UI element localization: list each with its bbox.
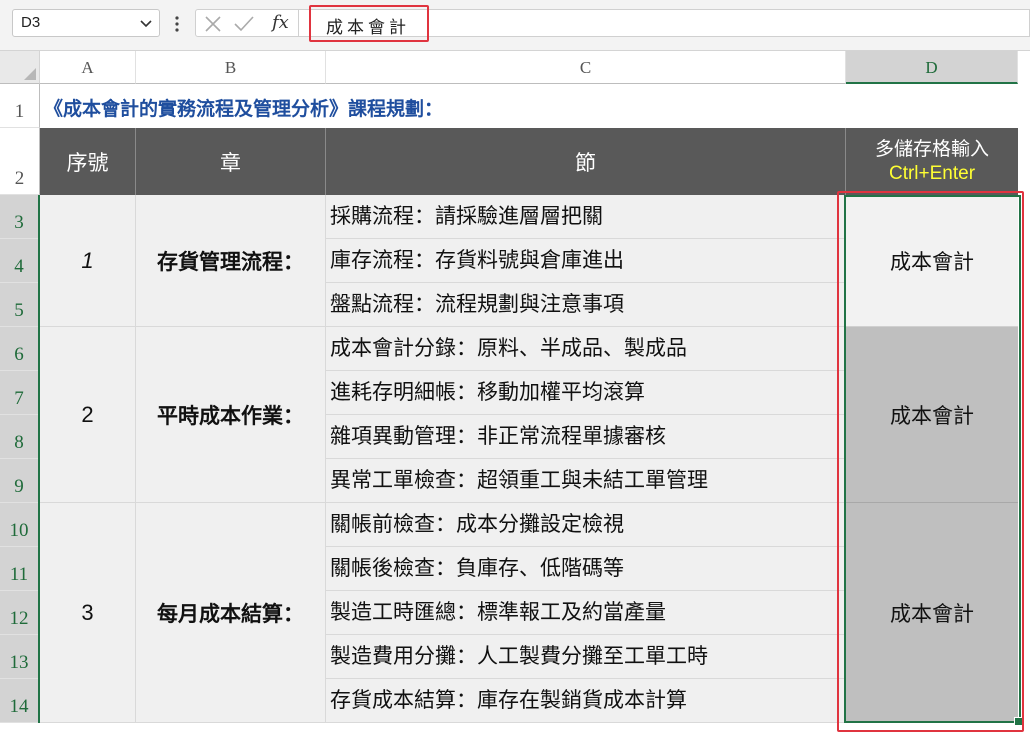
section-cell[interactable]: 進耗存明細帳：移動加權平均滾算 — [326, 371, 846, 415]
section-cell[interactable]: 採購流程：請採驗進層層把關 — [326, 195, 846, 239]
formula-value: 成本會計 — [326, 18, 410, 38]
section-cell[interactable]: 關帳後檢查：負庫存、低階碼等 — [326, 547, 846, 591]
seq-cell[interactable]: 2 — [40, 327, 136, 503]
seq-cell[interactable]: 3 — [40, 503, 136, 723]
col-header-a[interactable]: A — [40, 51, 136, 84]
col-header-b[interactable]: B — [136, 51, 326, 84]
header-seq[interactable]: 序號 — [40, 128, 136, 195]
row-header[interactable]: 14 — [0, 679, 40, 723]
row-header[interactable]: 6 — [0, 327, 40, 371]
chevron-down-icon[interactable] — [139, 16, 153, 30]
row-header[interactable]: 5 — [0, 283, 40, 327]
header-shortcut: Ctrl+Enter — [888, 163, 976, 184]
chapter-cell[interactable]: 平時成本作業： — [136, 327, 326, 503]
header-multi-input-title: 多儲存格輸入 — [874, 138, 989, 160]
header-multi-input[interactable]: 多儲存格輸入 Ctrl+Enter — [846, 128, 1018, 195]
sheet-title[interactable]: 《成本會計的實務流程及管理分析》課程規劃： — [44, 94, 443, 121]
chapter-cell[interactable]: 每月成本結算： — [136, 503, 326, 723]
section-cell[interactable]: 異常工單檢查：超領重工與未結工單管理 — [326, 459, 846, 503]
name-box[interactable]: D3 — [12, 9, 160, 37]
select-all-corner[interactable] — [0, 51, 40, 84]
row-header[interactable]: 8 — [0, 415, 40, 459]
name-box-value: D3 — [21, 14, 41, 31]
col-header-d[interactable]: D — [846, 51, 1018, 84]
section-cell[interactable]: 存貨成本結算：庫存在製銷貨成本計算 — [326, 679, 846, 723]
row-header[interactable]: 9 — [0, 459, 40, 503]
seq-cell[interactable]: 1 — [40, 195, 136, 327]
fx-icon[interactable]: fx — [272, 12, 289, 33]
formula-bar: D3 fx 成本會計 — [0, 0, 1030, 51]
confirm-check-icon[interactable] — [234, 15, 254, 33]
section-cell[interactable]: 庫存流程：存貨料號與倉庫進出 — [326, 239, 846, 283]
cancel-x-icon[interactable] — [204, 15, 222, 33]
formula-buttons: fx — [195, 9, 299, 37]
row-header[interactable]: 2 — [0, 128, 40, 195]
section-cell[interactable]: 製造費用分攤：人工製費分攤至工單工時 — [326, 635, 846, 679]
row-header[interactable]: 1 — [0, 84, 40, 128]
chapter-cell[interactable]: 存貨管理流程： — [136, 195, 326, 327]
row-selection-indicator — [38, 195, 40, 723]
section-cell[interactable]: 成本會計分錄：原料、半成品、製成品 — [326, 327, 846, 371]
col-header-c[interactable]: C — [326, 51, 846, 84]
row-header[interactable]: 3 — [0, 195, 40, 239]
row-header[interactable]: 12 — [0, 591, 40, 635]
section-cell[interactable]: 盤點流程：流程規劃與注意事項 — [326, 283, 846, 327]
row-header[interactable]: 7 — [0, 371, 40, 415]
row-header[interactable]: 11 — [0, 547, 40, 591]
highlight-box — [837, 191, 1024, 732]
more-vertical-icon[interactable] — [174, 14, 180, 34]
header-chapter[interactable]: 章 — [136, 128, 326, 195]
header-section[interactable]: 節 — [326, 128, 846, 195]
row-header[interactable]: 10 — [0, 503, 40, 547]
row-header[interactable]: 4 — [0, 239, 40, 283]
row-header[interactable]: 13 — [0, 635, 40, 679]
section-cell[interactable]: 關帳前檢查：成本分攤設定檢視 — [326, 503, 846, 547]
section-cell[interactable]: 製造工時匯總：標準報工及約當產量 — [326, 591, 846, 635]
section-cell[interactable]: 雜項異動管理：非正常流程單據審核 — [326, 415, 846, 459]
